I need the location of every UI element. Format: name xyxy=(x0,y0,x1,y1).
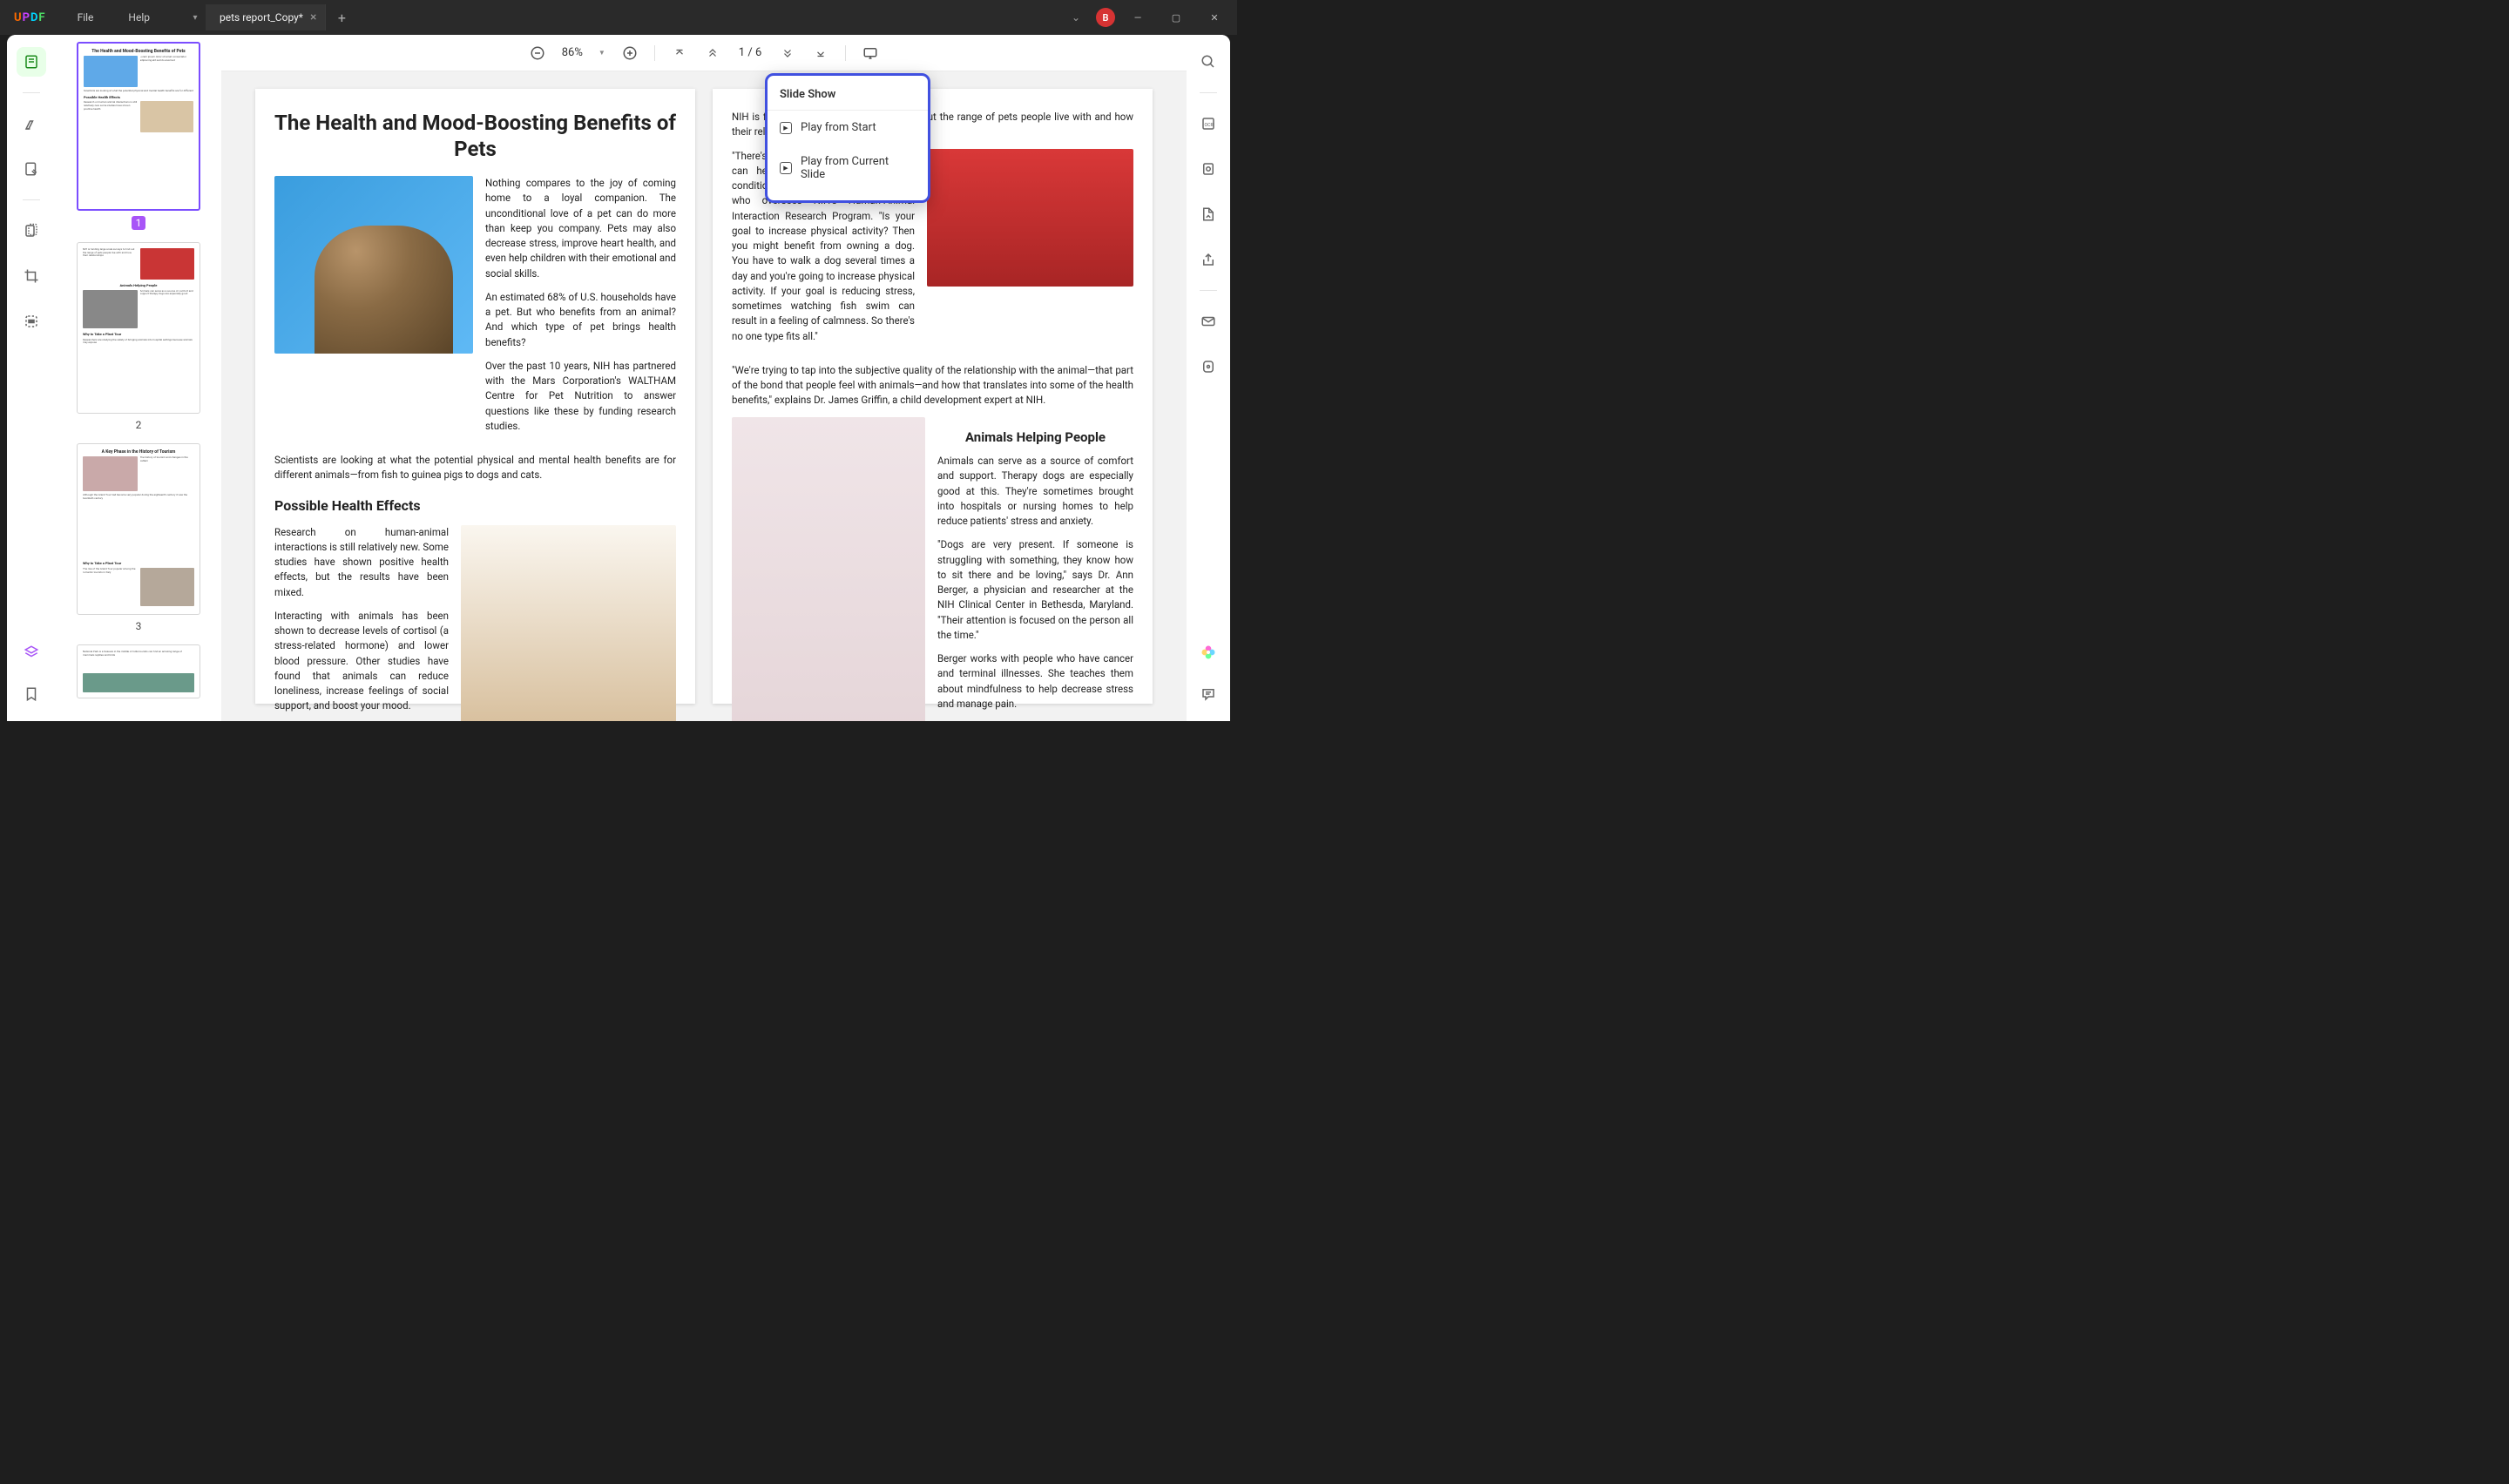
edit-text-tool[interactable] xyxy=(17,154,46,184)
play-from-current[interactable]: ▶ Play from Current Slide xyxy=(768,145,928,192)
zoom-in-button[interactable] xyxy=(616,39,644,67)
section-heading: Possible Health Effects xyxy=(274,496,676,516)
prev-tab-chevron[interactable]: ▾ xyxy=(185,13,206,23)
ai-flower-icon[interactable] xyxy=(1194,637,1223,667)
grey-cat-image xyxy=(732,417,925,722)
cat-image xyxy=(274,176,473,354)
total-pages: 6 xyxy=(755,46,761,59)
left-tool-rail xyxy=(7,35,56,721)
holiday-dogs-image xyxy=(927,149,1133,287)
play-from-start[interactable]: ▶ Play from Start xyxy=(768,111,928,145)
slideshow-popover: Slide Show ▶ Play from Start ▶ Play from… xyxy=(765,73,930,203)
menu-help[interactable]: Help xyxy=(111,11,167,24)
menu-file[interactable]: File xyxy=(60,11,112,24)
tool-separator xyxy=(23,199,40,200)
thumb-title: A Key Phase in the History of Tourism xyxy=(83,449,194,455)
bookmark-icon[interactable] xyxy=(17,679,46,709)
thumb-number-1: 1 xyxy=(132,216,145,230)
minimize-button[interactable]: — xyxy=(1122,4,1153,30)
page-indicator: 1 / 6 xyxy=(732,46,768,59)
avatar[interactable]: B xyxy=(1096,8,1115,27)
current-page: 1 xyxy=(739,46,745,59)
page-title: The Health and Mood-Boosting Benefits of… xyxy=(274,110,676,162)
first-page-button[interactable] xyxy=(666,39,693,67)
layers-icon[interactable] xyxy=(17,637,46,667)
zoom-dropdown-icon[interactable]: ▼ xyxy=(593,49,611,57)
popover-title: Slide Show xyxy=(768,84,928,111)
play-icon: ▶ xyxy=(780,122,792,134)
next-page-button[interactable] xyxy=(774,39,801,67)
thumbnail-panel: The Health and Mood-Boosting Benefits of… xyxy=(56,35,221,721)
crop-tool[interactable] xyxy=(17,261,46,291)
add-tab-button[interactable]: + xyxy=(326,10,357,26)
thumbnail-4[interactable]: National Park is a treasure in the middl… xyxy=(77,644,200,698)
page-1: The Health and Mood-Boosting Benefits of… xyxy=(255,89,695,704)
top-toolbar: 86% ▼ 1 / 6 xyxy=(221,35,1187,71)
print-icon[interactable] xyxy=(1194,352,1223,381)
tool-separator xyxy=(1200,290,1217,291)
reader-tool[interactable] xyxy=(17,47,46,77)
slideshow-button[interactable] xyxy=(856,39,884,67)
document-viewer: 86% ▼ 1 / 6 xyxy=(221,35,1187,721)
search-icon[interactable] xyxy=(1194,47,1223,77)
save-as-icon[interactable] xyxy=(1194,199,1223,229)
right-tool-rail: OCR xyxy=(1187,35,1230,721)
thumbnail-2[interactable]: NIH is funding large scale surveys to fi… xyxy=(77,242,200,414)
svg-text:OCR: OCR xyxy=(1205,123,1214,128)
prev-page-button[interactable] xyxy=(699,39,727,67)
toolbar-separator xyxy=(845,45,846,61)
thumbnail-3[interactable]: A Key Phase in the History of Tourism Th… xyxy=(77,443,200,615)
thumb-number-3: 3 xyxy=(68,620,209,632)
zoom-value: 86% xyxy=(557,46,588,59)
zoom-out-button[interactable] xyxy=(524,39,551,67)
thumb-number-2: 2 xyxy=(68,419,209,431)
mail-icon[interactable] xyxy=(1194,307,1223,336)
maximize-button[interactable]: ▢ xyxy=(1160,4,1192,30)
thumbnail-1[interactable]: The Health and Mood-Boosting Benefits of… xyxy=(77,42,200,211)
close-tab-icon[interactable]: × xyxy=(310,10,316,24)
export-icon[interactable] xyxy=(1194,245,1223,274)
toolbar-separator xyxy=(654,45,655,61)
highlight-tool[interactable] xyxy=(17,109,46,138)
dogs-image xyxy=(461,525,676,722)
last-page-button[interactable] xyxy=(807,39,835,67)
template-icon[interactable] xyxy=(1194,154,1223,184)
play-icon: ▶ xyxy=(780,162,792,174)
close-window-button[interactable]: ✕ xyxy=(1199,4,1230,30)
section-heading: Animals Helping People xyxy=(937,428,1133,448)
tab-label: pets report_Copy* xyxy=(220,11,303,24)
titlebar-dropdown-icon[interactable]: ⌄ xyxy=(1063,6,1089,29)
redact-tool[interactable] xyxy=(17,307,46,336)
thumb-title: The Health and Mood-Boosting Benefits of… xyxy=(84,49,193,54)
comment-icon[interactable] xyxy=(1194,679,1223,709)
tool-separator xyxy=(1200,92,1217,93)
tab-pets-report[interactable]: pets report_Copy* × xyxy=(206,4,326,30)
page-organize-tool[interactable] xyxy=(17,216,46,246)
tool-separator xyxy=(23,92,40,93)
ocr-icon[interactable]: OCR xyxy=(1194,109,1223,138)
app-logo: UPDF xyxy=(0,11,60,24)
